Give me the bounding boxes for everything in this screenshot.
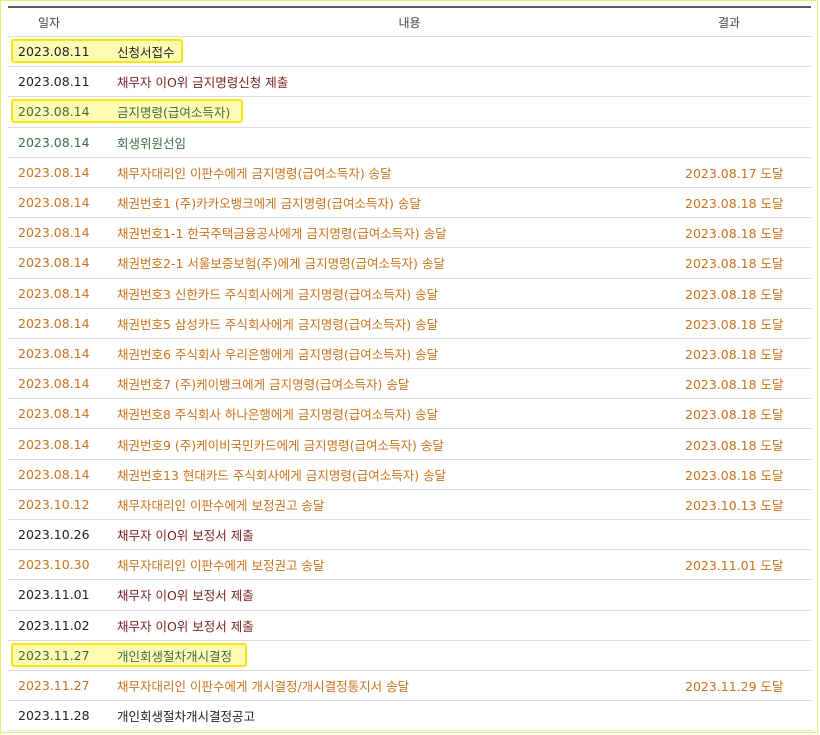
cell-content: 개인회생절차개시결정공고 <box>117 709 256 725</box>
cell-result: 2023.08.18 도달 <box>685 467 784 483</box>
cell-content: 채무자 이O위 보정서 제출 <box>117 528 254 544</box>
cell-content: 채무자대리인 이판수에게 개시결정/개시결정통지서 송달 <box>117 679 410 695</box>
cell-date: 2023.08.14 <box>18 134 90 150</box>
cell-content: 채권번호6 주식회사 우리은행에게 금지명령(급여소득자) 송달 <box>117 346 439 362</box>
cell-content: 채권번호1 (주)카카오뱅크에게 금지명령(급여소득자) 송달 <box>117 196 421 212</box>
header-content: 내용 <box>398 15 421 30</box>
cell-date: 2023.08.14 <box>18 195 90 211</box>
cell-content: 신청서접수 <box>117 45 175 61</box>
cell-date: 2023.08.11 <box>18 44 90 60</box>
cell-date: 2023.10.26 <box>18 527 90 543</box>
cell-date: 2023.08.14 <box>18 285 90 301</box>
table-row: 2023.08.14 채권번호2-1 서울보증보험(주)에게 금지명령(급여소득자… <box>8 248 811 279</box>
cell-content: 채권번호1-1 한국주택금융공사에게 금지명령(급여소득자) 송달 <box>117 226 447 242</box>
table-row: 2023.08.14 채권번호6 주식회사 우리은행에게 금지명령(급여소득자) … <box>8 339 811 370</box>
table-row: 2023.10.30 채무자대리인 이판수에게 보정권고 송달 2023.11.01… <box>8 550 811 581</box>
cell-result: 2023.08.18 도달 <box>685 226 784 242</box>
cell-result <box>685 37 795 66</box>
cell-date: 2023.11.27 <box>18 647 90 663</box>
table-row: 2023.08.14 채권번호3 신한카드 주식회사에게 금지명령(급여소득자) … <box>8 279 811 309</box>
cell-result: 2023.08.18 도달 <box>685 437 784 453</box>
table-row: 2023.08.14 채권번호13 현대카드 주식회사에게 금지명령(급여소득자)… <box>8 460 811 490</box>
cell-content: 회생위원선임 <box>117 135 187 151</box>
cell-result <box>685 641 795 670</box>
cell-result: 2023.08.18 도달 <box>685 286 784 302</box>
cell-date: 2023.08.14 <box>18 225 90 241</box>
cell-result: 2023.08.18 도달 <box>685 377 784 393</box>
cell-date: 2023.11.28 <box>18 708 90 724</box>
table-row: 2023.08.14 채권번호8 주식회사 하나은행에게 금지명령(급여소득자) … <box>8 399 811 430</box>
cell-date: 2023.10.12 <box>18 496 90 512</box>
cell-content: 채무자 이O위 보정서 제출 <box>117 618 254 634</box>
cell-date: 2023.08.14 <box>18 406 90 422</box>
cell-result: 2023.08.18 도달 <box>685 407 784 423</box>
cell-content: 채무자대리인 이판수에게 보정권고 송달 <box>117 497 325 513</box>
cell-date: 2023.08.14 <box>18 345 90 361</box>
table-row: 2023.11.28 개인회생절차개시결정공고 <box>8 701 811 732</box>
cell-date: 2023.10.30 <box>18 557 90 573</box>
cell-date: 2023.08.14 <box>18 255 90 271</box>
cell-result: 2023.08.18 도달 <box>685 256 784 272</box>
cell-date: 2023.08.14 <box>18 436 90 452</box>
cell-content: 채권번호7 (주)케이뱅크에게 금지명령(급여소득자) 송달 <box>117 377 410 393</box>
cell-result: 2023.08.17 도달 <box>685 165 784 181</box>
cell-date: 2023.08.14 <box>18 315 90 331</box>
cell-content: 채권번호13 현대카드 주식회사에게 금지명령(급여소득자) 송달 <box>117 467 447 483</box>
table-row: 2023.08.14 채권번호5 삼성카드 주식회사에게 금지명령(급여소득자) … <box>8 309 811 339</box>
cell-content: 금지명령(급여소득자) <box>117 105 231 121</box>
cell-result: 2023.08.18 도달 <box>685 196 784 212</box>
cell-date: 2023.11.01 <box>18 587 90 603</box>
table-header: 일자 내용 결과 <box>8 8 811 37</box>
table-row: 2023.11.02 채무자 이O위 보정서 제출 <box>8 611 811 641</box>
table-row: 2023.08.14 금지명령(급여소득자) <box>8 97 811 128</box>
cell-result: 2023.08.18 도달 <box>685 316 784 332</box>
table-row: 2023.08.14 채무자대리인 이판수에게 금지명령(급여소득자) 송달 202… <box>8 158 811 188</box>
cell-content: 채무자대리인 이판수에게 금지명령(급여소득자) 송달 <box>117 165 392 181</box>
table-row: 2023.11.27 개인회생절차개시결정 <box>8 641 811 671</box>
cell-date: 2023.08.14 <box>18 104 90 120</box>
table-row: 2023.08.11 채무자 이O위 금지명령신청 제출 <box>8 67 811 98</box>
cell-date: 2023.11.02 <box>18 617 90 633</box>
cell-date: 2023.08.14 <box>18 376 90 392</box>
cell-content: 채권번호8 주식회사 하나은행에게 금지명령(급여소득자) 송달 <box>117 407 439 423</box>
cell-content: 채권번호9 (주)케이비국민카드에게 금지명령(급여소득자) 송달 <box>117 437 444 453</box>
cell-content: 개인회생절차개시결정 <box>117 648 233 664</box>
table-row: 2023.10.26 채무자 이O위 보정서 제출 <box>8 520 811 551</box>
cell-result <box>685 97 795 126</box>
cell-content: 채권번호3 신한카드 주식회사에게 금지명령(급여소득자) 송달 <box>117 286 439 302</box>
cell-result <box>685 128 795 157</box>
table-row: 2023.08.11 신청서접수 <box>8 37 811 68</box>
cell-content: 채권번호5 삼성카드 주식회사에게 금지명령(급여소득자) 송달 <box>117 316 439 332</box>
cell-date: 2023.11.27 <box>18 678 90 694</box>
cell-date: 2023.08.14 <box>18 466 90 482</box>
table-row: 2023.11.01 채무자 이O위 보정서 제출 <box>8 580 811 611</box>
cell-result: 2023.10.13 도달 <box>685 497 784 513</box>
cell-content: 채무자 이O위 금지명령신청 제출 <box>117 75 289 91</box>
cell-result <box>685 67 795 96</box>
table-row: 2023.10.12 채무자대리인 이판수에게 보정권고 송달 2023.10.13… <box>8 490 811 520</box>
table-row: 2023.08.14 회생위원선임 <box>8 128 811 158</box>
table-row: 2023.08.14 채권번호1 (주)카카오뱅크에게 금지명령(급여소득자) 송… <box>8 188 811 219</box>
table-body: 2023.08.11 신청서접수 2023.08.11 채무자 이O위 금지명령신청 … <box>8 37 811 732</box>
cell-result <box>685 520 795 549</box>
table-row: 2023.11.27 채무자대리인 이판수에게 개시결정/개시결정통지서 송달 20… <box>8 671 811 702</box>
cell-result <box>685 580 795 609</box>
table-row: 2023.08.14 채권번호9 (주)케이비국민카드에게 금지명령(급여소득자)… <box>8 429 811 460</box>
cell-content: 채무자 이O위 보정서 제출 <box>117 588 254 604</box>
header-result: 결과 <box>718 15 741 30</box>
cell-date: 2023.08.11 <box>18 74 90 90</box>
cell-result: 2023.11.01 도달 <box>685 558 784 574</box>
cell-result <box>685 701 795 730</box>
case-progress-table: 일자 내용 결과 2023.08.11 신청서접수 2023.08.11 채무자 이O… <box>8 6 811 732</box>
cell-content: 채무자대리인 이판수에게 보정권고 송달 <box>117 558 325 574</box>
cell-content: 채권번호2-1 서울보증보험(주)에게 금지명령(급여소득자) 송달 <box>117 256 445 272</box>
cell-result <box>685 611 795 640</box>
cell-result: 2023.11.29 도달 <box>685 679 784 695</box>
cell-date: 2023.08.14 <box>18 164 90 180</box>
table-row: 2023.08.14 채권번호7 (주)케이뱅크에게 금지명령(급여소득자) 송달… <box>8 369 811 400</box>
table-row: 2023.08.14 채권번호1-1 한국주택금융공사에게 금지명령(급여소득자)… <box>8 218 811 249</box>
cell-result: 2023.08.18 도달 <box>685 346 784 362</box>
